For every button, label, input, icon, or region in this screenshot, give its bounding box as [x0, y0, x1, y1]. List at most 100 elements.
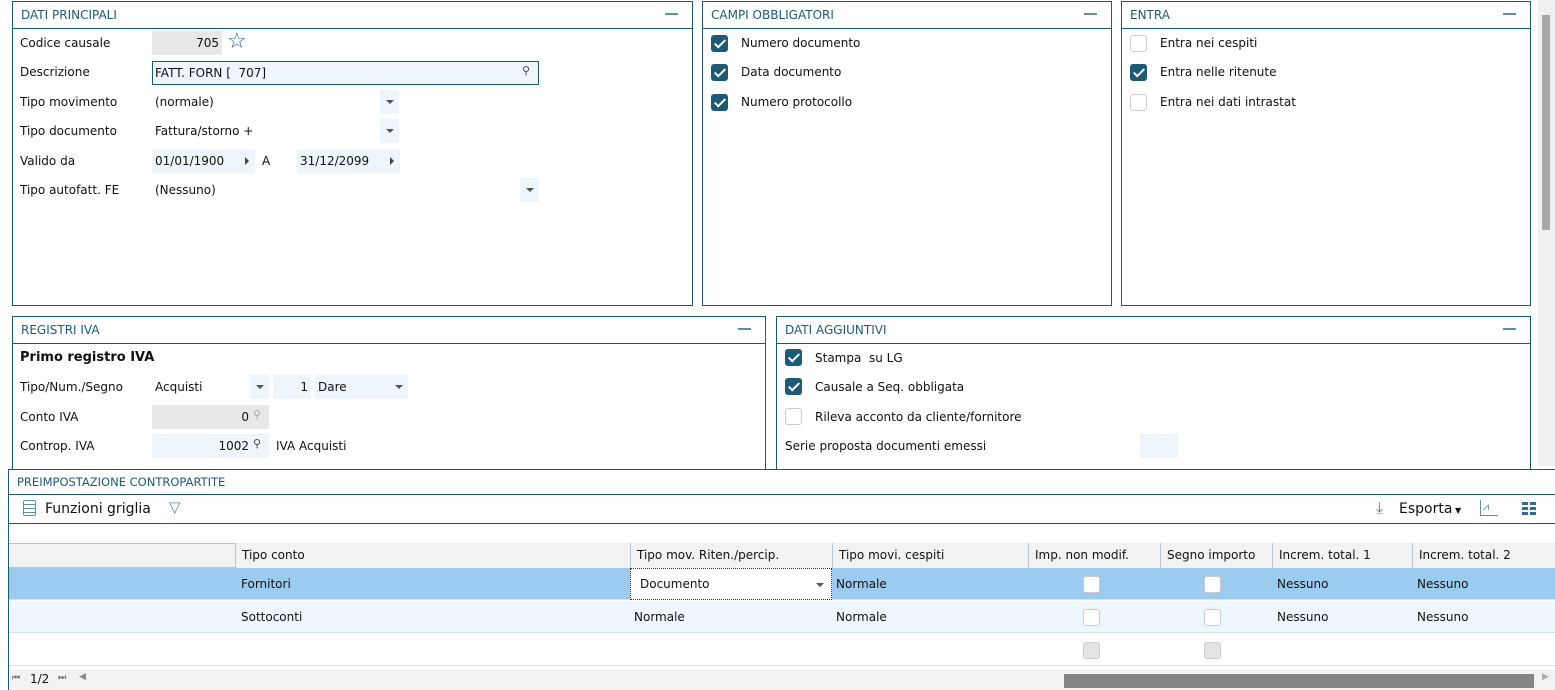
column-header-imp[interactable]: Imp. non modif.	[1028, 543, 1160, 568]
arrow-right-icon[interactable]	[390, 157, 394, 165]
controp-description: IVA Acquisti	[276, 439, 347, 453]
search-icon[interactable]: ⚲	[253, 437, 261, 450]
valido-da-value: 01/01/1900	[155, 154, 225, 168]
numero-registro-field[interactable]: 1	[273, 375, 311, 399]
esporta-button[interactable]: Esporta ▼	[1399, 501, 1461, 517]
valido-label: Valido da	[20, 154, 76, 168]
collapse-icon[interactable]	[738, 328, 751, 330]
checkbox-label: Numero protocollo	[741, 95, 853, 109]
descrizione-label: Descrizione	[20, 65, 90, 79]
panel-title: DATI AGGIUNTIVI	[785, 323, 887, 337]
first-page-icon[interactable]: ⏮	[12, 673, 20, 683]
checkbox-label: Causale a Seq. obbligata	[815, 380, 965, 394]
imp-non-modif-checkbox[interactable]	[1083, 609, 1100, 626]
entra-intrastat-checkbox[interactable]	[1130, 94, 1147, 111]
cell-tipo-mov: Documento	[640, 577, 710, 591]
checkbox-label: Numero documento	[741, 36, 861, 50]
tipo-movimento-select[interactable]: (normale)	[155, 95, 214, 109]
tipo-mov-dropdown[interactable]: Documento	[630, 568, 832, 600]
entra-ritenute-checkbox[interactable]	[1130, 64, 1147, 81]
collapse-icon[interactable]	[1503, 328, 1516, 330]
serie-field[interactable]	[1140, 434, 1178, 458]
autofatt-label: Tipo autofatt. FE	[20, 183, 120, 197]
imp-non-modif-checkbox[interactable]	[1083, 576, 1100, 593]
scrollbar-thumb[interactable]	[1542, 15, 1550, 230]
valido-a-field[interactable]: 31/12/2099	[297, 149, 400, 173]
data-documento-checkbox[interactable]	[711, 64, 728, 81]
table-row[interactable]: Fornitori Documento Normale Nessuno Ness…	[9, 568, 1555, 600]
a-label: A	[262, 154, 271, 168]
controp-iva-field[interactable]: 1002	[152, 434, 269, 458]
column-header-inc2[interactable]: Increm. total. 2	[1412, 543, 1555, 568]
numero-documento-checkbox[interactable]	[711, 35, 728, 52]
search-icon[interactable]: ⚲	[253, 408, 261, 421]
collapse-icon[interactable]	[1084, 13, 1097, 15]
controp-label: Controp. IVA	[20, 439, 95, 453]
collapse-icon[interactable]	[1503, 13, 1516, 15]
column-header-tipo-conto[interactable]: Tipo conto	[235, 543, 630, 568]
panel-title: DATI PRINCIPALI	[21, 8, 117, 22]
seq-obbligata-checkbox[interactable]	[785, 378, 802, 395]
panel-title: CAMPI OBBLIGATORI	[711, 8, 834, 22]
chart-icon[interactable]: ⩘	[1480, 500, 1498, 516]
grid-layout-icon[interactable]	[1522, 502, 1536, 516]
scroll-left-icon[interactable]: ◀	[79, 672, 86, 682]
tipo-registro-select[interactable]: Acquisti	[155, 380, 202, 394]
tipo-documento-select[interactable]: Fattura/storno +	[155, 124, 253, 138]
column-header-cespiti[interactable]: Tipo movi. cespiti	[832, 543, 1028, 568]
column-header-inc1[interactable]: Increm. total. 1	[1272, 543, 1412, 568]
chevron-down-icon[interactable]	[380, 90, 399, 114]
chevron-down-icon[interactable]	[389, 375, 408, 399]
funzioni-griglia-button[interactable]: Funzioni griglia	[45, 501, 151, 517]
numero-protocollo-checkbox[interactable]	[711, 94, 728, 111]
list-icon[interactable]	[23, 500, 36, 516]
entra-cespiti-checkbox[interactable]	[1130, 35, 1147, 52]
conto-label: Conto IVA	[20, 410, 79, 424]
segno-importo-checkbox[interactable]	[1204, 576, 1221, 593]
checkbox-label: Data documento	[741, 65, 842, 79]
valido-da-field[interactable]: 01/01/1900	[152, 149, 255, 173]
arrow-right-icon[interactable]	[245, 157, 249, 165]
segno-importo-checkbox[interactable]	[1204, 609, 1221, 626]
rileva-acconto-checkbox[interactable]	[785, 408, 802, 425]
autofatt-select[interactable]: (Nessuno)	[155, 183, 216, 197]
panel-title: ENTRA	[1130, 8, 1170, 22]
codice-field[interactable]: 705	[152, 31, 222, 55]
chevron-down-icon[interactable]	[520, 178, 539, 202]
cell-inc2: Nessuno	[1417, 610, 1469, 624]
table-row[interactable]: Sottoconti Normale Normale Nessuno Nessu…	[9, 601, 1555, 633]
imp-non-modif-checkbox	[1083, 642, 1100, 659]
chevron-down-icon[interactable]	[250, 375, 269, 399]
filter-icon[interactable]: ▽	[169, 498, 181, 516]
cell-inc2: Nessuno	[1417, 577, 1469, 591]
codice-label: Codice causale	[20, 36, 111, 50]
chevron-down-icon: ▼	[1452, 506, 1462, 515]
download-icon[interactable]: ⤓	[1376, 498, 1383, 518]
chevron-down-icon[interactable]	[380, 119, 399, 143]
esporta-label: Esporta	[1399, 501, 1453, 517]
horizontal-scrollbar-thumb[interactable]	[1064, 674, 1534, 688]
page-scrollbar[interactable]	[1538, 0, 1555, 466]
column-header-tipo-mov[interactable]: Tipo mov. Riten./percip.	[630, 543, 832, 568]
grid-footer: ⏮ 1/2 ⏭ ◀ ▶	[9, 670, 1555, 690]
scroll-right-icon[interactable]: ▶	[1542, 672, 1549, 682]
conto-iva-field[interactable]: 0	[152, 405, 269, 429]
stampa-lg-checkbox[interactable]	[785, 349, 802, 366]
star-icon[interactable]: ☆	[227, 29, 247, 55]
checkbox-label: Rileva acconto da cliente/fornitore	[815, 410, 1022, 424]
chevron-down-icon[interactable]	[816, 583, 824, 587]
cell-tipo-mov: Normale	[634, 610, 685, 624]
last-page-icon[interactable]: ⏭	[58, 673, 66, 683]
search-icon[interactable]: ⚲	[522, 64, 530, 77]
cell-cespiti: Normale	[836, 577, 887, 591]
table-row-new[interactable]	[9, 634, 1555, 666]
cell-tipo-conto: Fornitori	[241, 577, 291, 591]
serie-label: Serie proposta documenti emessi	[785, 439, 987, 453]
column-header-segno[interactable]: Segno importo	[1160, 543, 1272, 568]
collapse-icon[interactable]	[665, 13, 678, 15]
cell-tipo-conto: Sottoconti	[241, 610, 303, 624]
checkbox-label: Stampa su LG	[815, 351, 903, 365]
section-subtitle: Primo registro IVA	[20, 350, 155, 365]
panel-title: PREIMPOSTAZIONE CONTROPARTITE	[17, 475, 226, 489]
descrizione-input[interactable]: FATT. FORN [ 707]	[152, 61, 539, 85]
